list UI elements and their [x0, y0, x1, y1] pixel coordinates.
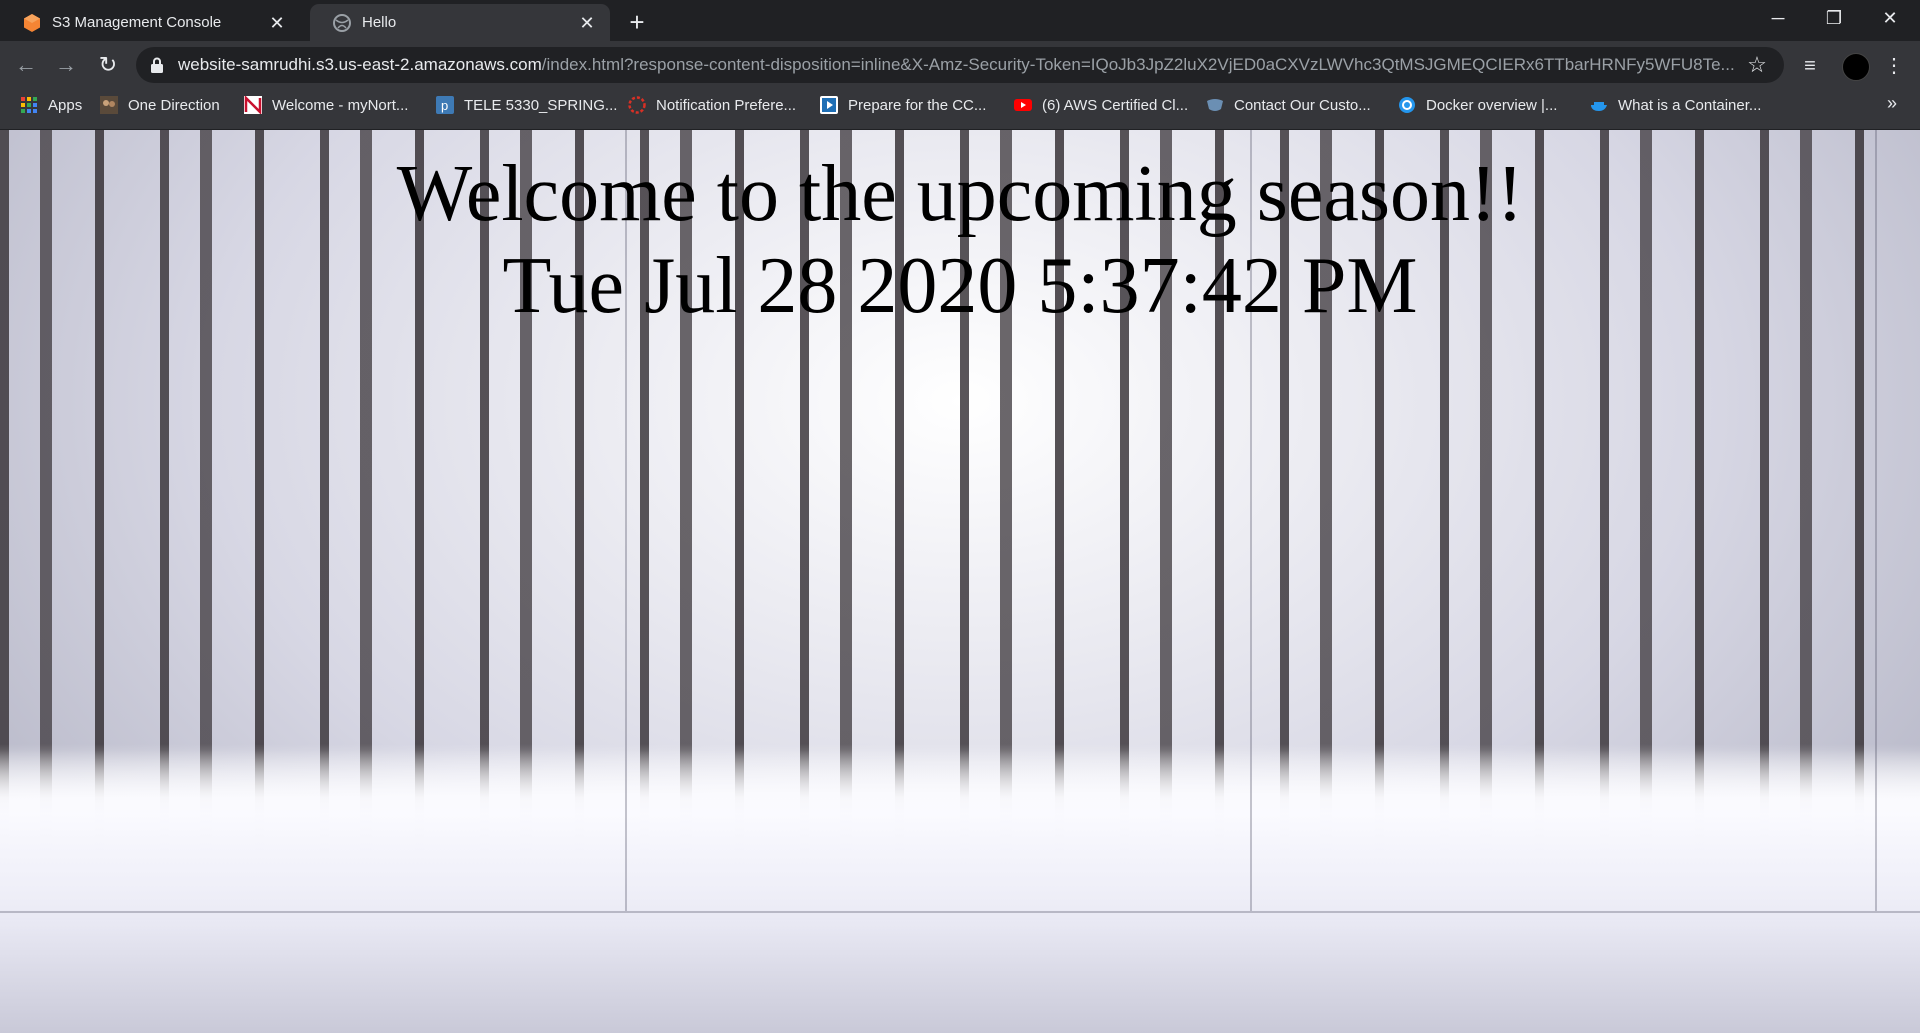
profile-avatar[interactable]: [1842, 53, 1870, 81]
bookmark-label: Prepare for the CC...: [848, 96, 987, 114]
bookmark-star-icon[interactable]: ☆: [1744, 52, 1770, 78]
bookmark-apps[interactable]: Apps: [20, 89, 82, 121]
close-tab-icon[interactable]: ✕: [576, 12, 598, 34]
tab-hello[interactable]: Hello ✕: [310, 4, 610, 41]
bookmark-mynortheastern[interactable]: Welcome - myNort...: [244, 89, 408, 121]
address-bar[interactable]: website-samrudhi.s3.us-east-2.amazonaws.…: [136, 47, 1784, 83]
svg-text:p: p: [441, 98, 448, 113]
bookmark-label: Docker overview |...: [1426, 96, 1558, 114]
bookmark-label: Contact Our Custo...: [1234, 96, 1371, 114]
background-tile-seam: [0, 911, 1920, 913]
bookmark-prepare-cc[interactable]: Prepare for the CC...: [820, 89, 986, 121]
bookmark-tele5330[interactable]: p TELE 5330_SPRING...: [436, 89, 617, 121]
globe-icon: [333, 13, 351, 32]
northeastern-icon: [244, 96, 262, 114]
bookmark-label: (6) AWS Certified Cl...: [1042, 96, 1189, 114]
bookmark-notification-preferences[interactable]: Notification Prefere...: [628, 89, 796, 121]
page-viewport: Welcome to the upcoming season!! Tue Jul…: [0, 130, 1920, 1033]
piazza-icon: p: [436, 96, 454, 114]
new-tab-button[interactable]: +: [624, 9, 650, 35]
bookmark-label: Notification Prefere...: [656, 96, 797, 114]
reload-icon[interactable]: ↻: [94, 51, 122, 79]
back-icon[interactable]: ←: [12, 51, 40, 79]
url-text[interactable]: website-samrudhi.s3.us-east-2.amazonaws.…: [178, 55, 1744, 75]
bookmark-image-icon: [100, 96, 118, 114]
lock-icon[interactable]: [150, 57, 164, 73]
media-control-icon[interactable]: ≡: [1796, 52, 1824, 80]
forward-icon[interactable]: →: [52, 51, 80, 79]
bookmark-aws-certified[interactable]: (6) AWS Certified Cl...: [1014, 89, 1188, 121]
bookmark-label: One Direction: [128, 96, 220, 114]
url-path: /index.html?response-content-disposition…: [541, 55, 1735, 74]
shield-icon: [1207, 99, 1223, 111]
tab-title: S3 Management Console: [52, 14, 222, 31]
docker-icon: [1399, 97, 1415, 113]
bookmark-label: TELE 5330_SPRING...: [464, 96, 618, 114]
bookmark-label: Apps: [48, 96, 83, 114]
close-window-icon[interactable]: ✕: [1862, 0, 1918, 36]
url-host: website-samrudhi.s3.us-east-2.amazonaws.…: [178, 55, 542, 74]
bookmark-contact-customer[interactable]: Contact Our Custo...: [1206, 89, 1371, 121]
notification-icon: [628, 96, 646, 114]
youtube-icon: [1014, 99, 1032, 111]
tab-title: Hello: [362, 14, 397, 31]
tab-s3-console[interactable]: S3 Management Console ✕: [0, 4, 300, 41]
docker-whale-icon: [1591, 102, 1607, 111]
restore-icon[interactable]: ❐: [1806, 0, 1862, 36]
browser-toolbar: ← → ↻ website-samrudhi.s3.us-east-2.amaz…: [0, 41, 1920, 89]
bookmark-one-direction[interactable]: One Direction: [100, 89, 220, 121]
bookmarks-bar: Apps One Direction Welcome - myNort... p…: [0, 89, 1920, 130]
aws-s3-icon: [24, 13, 40, 32]
bookmark-label: What is a Container...: [1618, 96, 1762, 114]
bookmark-docker-overview[interactable]: Docker overview |...: [1398, 89, 1557, 121]
page-heading: Welcome to the upcoming season!! Tue Jul…: [0, 148, 1920, 332]
bookmarks-overflow-icon[interactable]: »: [1880, 93, 1904, 114]
tab-strip: S3 Management Console ✕ Hello ✕ + ─ ❐ ✕: [0, 0, 1920, 41]
welcome-text: Welcome to the upcoming season!!: [396, 150, 1524, 238]
datetime-text: Tue Jul 28 2020 5:37:42 PM: [502, 242, 1418, 330]
apps-grid-icon: [21, 97, 37, 113]
menu-kebab-icon[interactable]: ⋮: [1880, 52, 1908, 80]
bookmark-label: Welcome - myNort...: [272, 96, 409, 114]
background-snow-ground: [0, 750, 1920, 910]
minimize-icon[interactable]: ─: [1750, 0, 1806, 36]
bookmark-what-is-container[interactable]: What is a Container...: [1590, 89, 1761, 121]
close-tab-icon[interactable]: ✕: [266, 12, 288, 34]
video-course-icon: [820, 96, 838, 114]
